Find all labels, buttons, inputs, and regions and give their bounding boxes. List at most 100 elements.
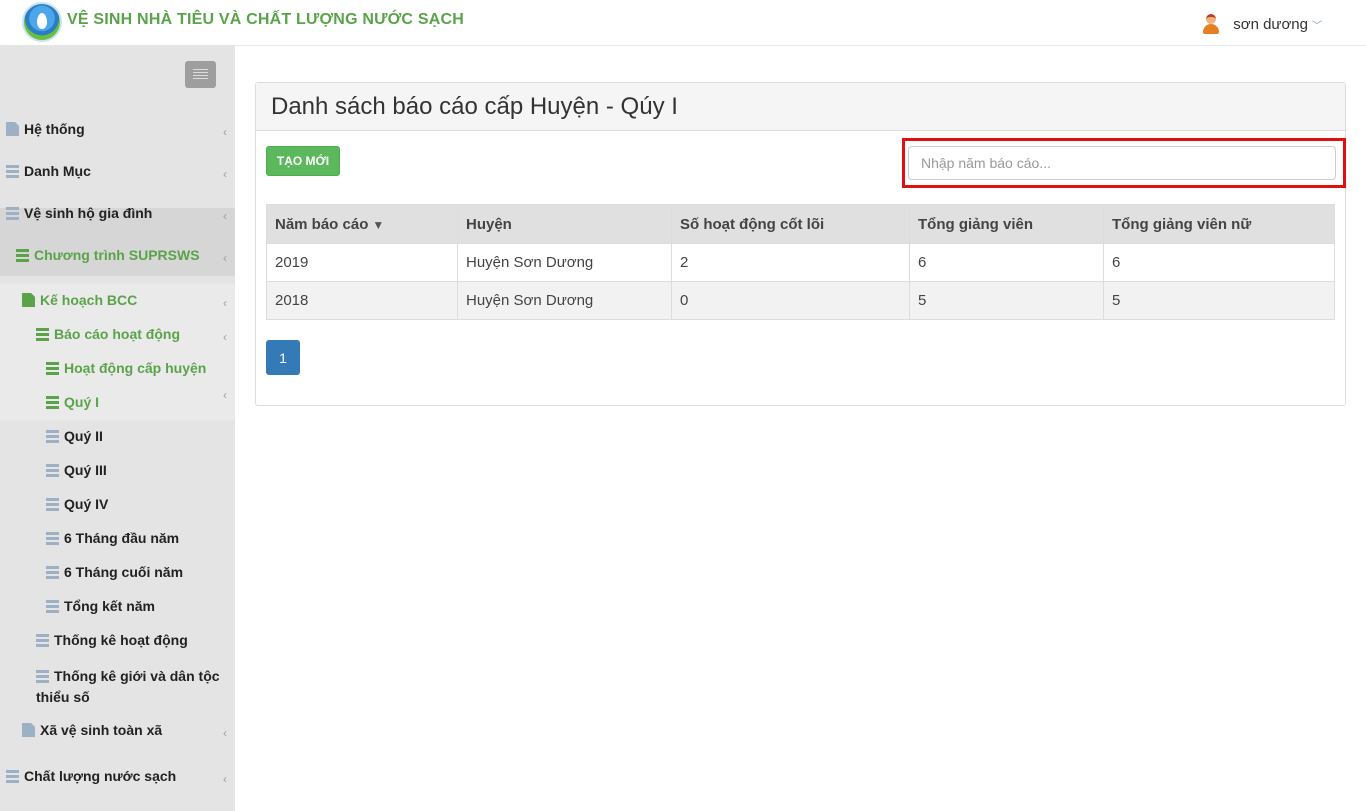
sidebar-item-quy-3[interactable]: Quý III: [0, 462, 235, 478]
cell-district: Huyện Sơn Dương: [457, 243, 672, 282]
sidebar-item-text: Thống kê giới và dân tộc thiểu số: [36, 668, 220, 705]
sidebar-item-6-thang-dau-nam[interactable]: 6 Tháng đầu năm: [0, 530, 235, 546]
document-icon: [22, 293, 35, 307]
chevron-left-icon: ‹: [223, 125, 227, 139]
list-icon: [46, 531, 59, 545]
sidebar-item-label: Xã vệ sinh toàn xã: [40, 722, 163, 738]
table-row[interactable]: 2018 Huyện Sơn Dương 0 5 5: [266, 281, 1335, 320]
chevron-left-icon: ‹: [223, 296, 227, 310]
column-header-female-trainers[interactable]: Tổng giảng viên nữ: [1103, 204, 1335, 244]
sidebar-item-label: Quý IV: [64, 496, 109, 512]
list-icon: [36, 669, 49, 683]
sidebar-item-label: Báo cáo hoạt động: [54, 326, 180, 342]
app-title[interactable]: VỆ SINH NHÀ TIÊU VÀ CHẤT LƯỢNG NƯỚC SẠCH: [67, 11, 464, 29]
list-icon: [36, 327, 49, 341]
list-icon: [46, 395, 59, 409]
chevron-left-icon: ‹: [223, 388, 227, 402]
sidebar-item-ke-hoach-bcc[interactable]: Kế hoạch BCC ‹: [0, 292, 235, 310]
list-icon: [6, 769, 19, 783]
sidebar-item-label: Vệ sinh hộ gia đình: [24, 205, 153, 221]
sidebar-item-bao-cao-hoat-dong[interactable]: Báo cáo hoạt động ‹: [0, 326, 235, 344]
list-icon: [46, 361, 59, 375]
chevron-down-icon: ﹀: [1312, 20, 1322, 32]
sidebar-toggle-button[interactable]: [185, 61, 216, 88]
pagination-page-1[interactable]: 1: [266, 340, 300, 375]
sidebar-item-quy-2[interactable]: Quý II: [0, 428, 235, 444]
chevron-left-icon: ‹: [223, 251, 227, 265]
sidebar-item-danh-muc[interactable]: Danh Mục ‹: [0, 163, 235, 181]
sidebar-item-label: Quý III: [64, 462, 107, 478]
sort-descending-icon[interactable]: ▼: [372, 218, 384, 232]
list-icon: [36, 633, 49, 647]
list-icon: [46, 429, 59, 443]
cell-year: 2018: [266, 281, 458, 320]
document-icon: [6, 122, 19, 136]
sidebar-item-quy-1[interactable]: Quý I ‹: [0, 388, 235, 410]
cell-district: Huyện Sơn Dương: [457, 281, 672, 320]
app-logo-icon[interactable]: [22, 2, 62, 42]
sidebar-item-label: Hệ thống: [24, 121, 85, 137]
cell-core-activities: 2: [671, 243, 910, 282]
sidebar-item-chat-luong-nuoc-sach[interactable]: Chất lượng nước sạch ‹: [0, 768, 235, 786]
sidebar-item-label: Thống kê giới và dân tộc thiểu số: [36, 666, 232, 708]
cell-total-trainers: 5: [909, 281, 1104, 320]
create-new-button[interactable]: TẠO MỚI: [266, 146, 340, 176]
list-icon: [46, 497, 59, 511]
cell-core-activities: 0: [671, 281, 910, 320]
list-icon: [46, 565, 59, 579]
sidebar-item-label: Chất lượng nước sạch: [24, 768, 177, 784]
sidebar-item-ve-sinh-ho-gia-dinh[interactable]: Vệ sinh hộ gia đình ‹: [0, 205, 235, 223]
cell-female-trainers: 5: [1103, 281, 1335, 320]
list-icon: [6, 164, 19, 178]
sidebar-item-label: Danh Mục: [24, 163, 91, 179]
user-menu[interactable]: sơn dương ﹀: [1201, 14, 1322, 34]
document-icon: [22, 723, 35, 737]
user-name: sơn dương: [1233, 15, 1308, 33]
column-header-district[interactable]: Huyện: [457, 204, 672, 244]
sidebar-item-label: Kế hoạch BCC: [40, 292, 138, 308]
search-year-input[interactable]: [908, 146, 1336, 180]
sidebar-item-xa-ve-sinh-toan-xa[interactable]: Xã vệ sinh toàn xã ‹: [0, 722, 235, 740]
sidebar-item-6-thang-cuoi-nam[interactable]: 6 Tháng cuối năm: [0, 564, 235, 580]
sidebar-item-label: Quý I: [64, 394, 100, 410]
sidebar-item-label: 6 Tháng cuối năm: [64, 564, 184, 580]
chevron-left-icon: ‹: [223, 209, 227, 223]
table-header-row: Năm báo cáo ▼ Huyện Số hoạt động cốt lõi …: [266, 204, 1335, 244]
page-title: Danh sách báo cáo cấp Huyện - Qúy I: [271, 93, 678, 120]
cell-total-trainers: 6: [909, 243, 1104, 282]
cell-year: 2019: [266, 243, 458, 282]
user-avatar-icon: [1201, 14, 1221, 34]
sidebar-item-label: Quý II: [64, 428, 103, 444]
list-icon: [46, 599, 59, 613]
sidebar-item-label: Tổng kết năm: [64, 598, 156, 614]
list-icon: [16, 248, 29, 262]
column-header-core-activities[interactable]: Số hoạt động cốt lõi: [671, 204, 910, 244]
sidebar-item-tong-ket-nam[interactable]: Tổng kết năm: [0, 598, 235, 614]
sidebar-item-label: Hoạt động cấp huyện: [64, 360, 207, 376]
chevron-left-icon: ‹: [223, 772, 227, 786]
sidebar-item-label: Chương trình SUPRSWS: [34, 247, 200, 263]
sidebar-item-label: Thống kê hoạt động: [54, 632, 188, 648]
column-header-year[interactable]: Năm báo cáo ▼: [266, 204, 458, 244]
sidebar-item-hoat-dong-cap-huyen[interactable]: Hoạt động cấp huyện: [0, 360, 235, 376]
column-header-label: Năm báo cáo: [275, 215, 369, 233]
sidebar-item-thong-ke-gioi-dan-toc[interactable]: Thống kê giới và dân tộc thiểu số: [0, 666, 235, 708]
sidebar-item-quy-4[interactable]: Quý IV: [0, 496, 235, 512]
top-navbar: VỆ SINH NHÀ TIÊU VÀ CHẤT LƯỢNG NƯỚC SẠCH…: [0, 0, 1366, 46]
chevron-left-icon: ‹: [223, 167, 227, 181]
report-table: Năm báo cáo ▼ Huyện Số hoạt động cốt lõi …: [266, 204, 1335, 320]
search-highlight-box: [902, 138, 1346, 188]
table-row[interactable]: 2019 Huyện Sơn Dương 2 6 6: [266, 243, 1335, 282]
sidebar-item-label: 6 Tháng đầu năm: [64, 530, 180, 546]
column-header-total-trainers[interactable]: Tổng giảng viên: [909, 204, 1104, 244]
sidebar-item-chuong-trinh-suprsws[interactable]: Chương trình SUPRSWS ‹: [0, 247, 235, 265]
sidebar-item-thong-ke-hoat-dong[interactable]: Thống kê hoạt động: [0, 632, 235, 648]
sidebar: Hệ thống ‹ Danh Mục ‹ Vệ sinh hộ gia đìn…: [0, 46, 235, 811]
panel-header: Danh sách báo cáo cấp Huyện - Qúy I: [256, 83, 1345, 131]
sidebar-item-he-thong[interactable]: Hệ thống ‹: [0, 121, 235, 139]
chevron-left-icon: ‹: [223, 330, 227, 344]
list-icon: [46, 463, 59, 477]
cell-female-trainers: 6: [1103, 243, 1335, 282]
report-list-panel: Danh sách báo cáo cấp Huyện - Qúy I TẠO …: [255, 82, 1346, 406]
list-icon: [6, 206, 19, 220]
